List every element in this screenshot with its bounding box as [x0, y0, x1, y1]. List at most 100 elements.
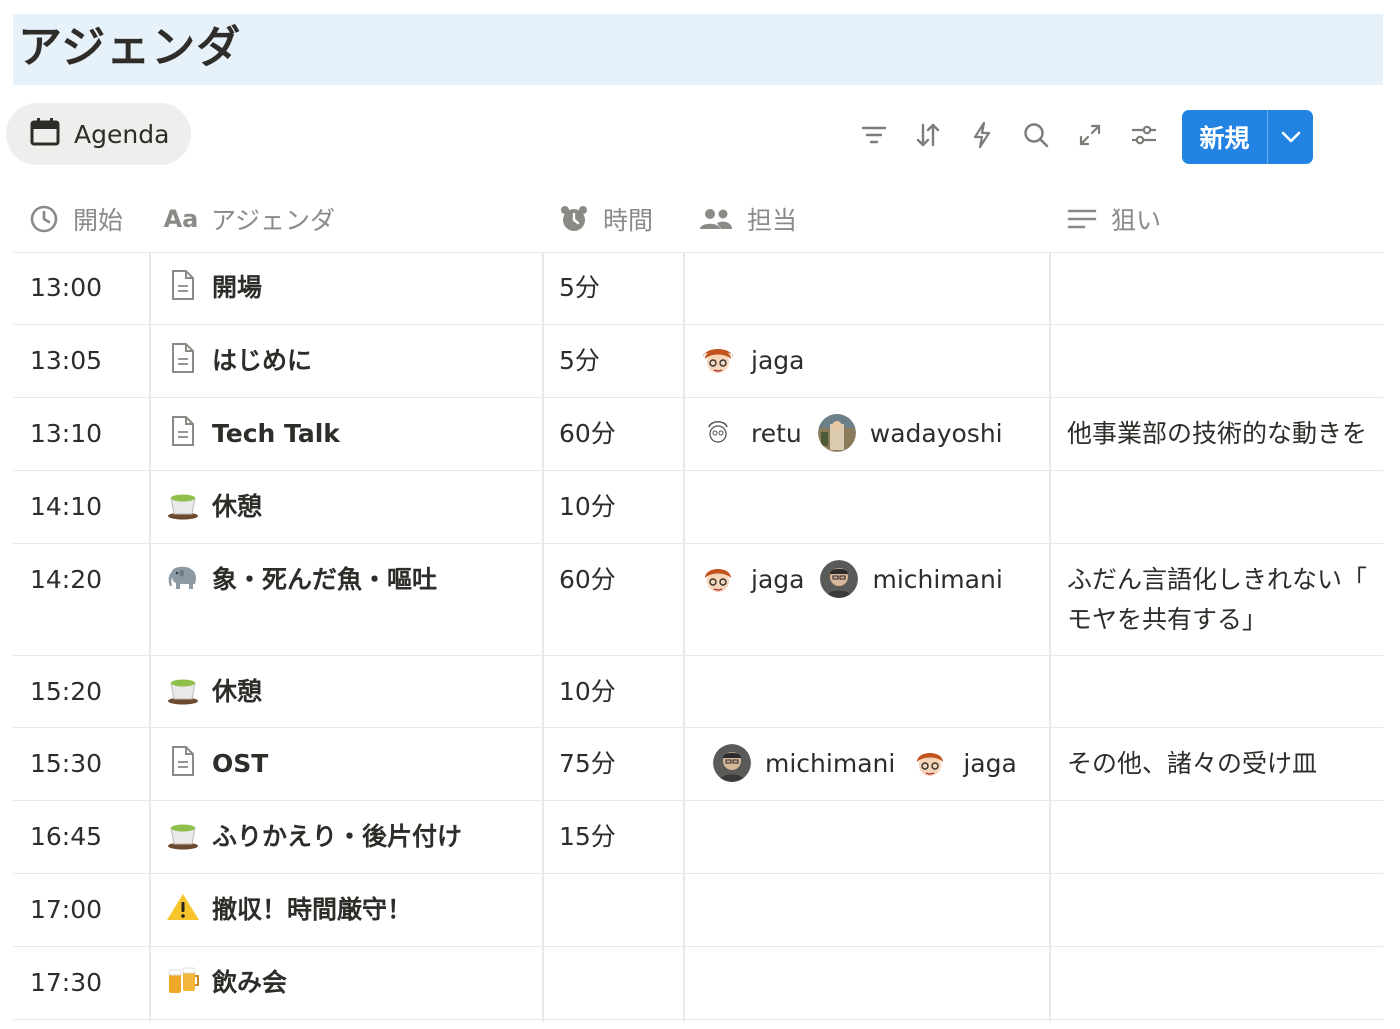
automation-icon[interactable] — [965, 118, 999, 152]
tea-icon — [166, 817, 200, 851]
page-icon — [166, 341, 200, 375]
agenda-title: OST — [212, 749, 269, 778]
filter-icon[interactable] — [857, 118, 891, 152]
start-time: 17:30 — [30, 968, 103, 997]
tea-icon — [166, 672, 200, 706]
title-icon: Aa — [163, 205, 199, 233]
column-label-duration: 時間 — [603, 206, 654, 235]
column-header-duration[interactable]: 時間 — [559, 186, 653, 252]
people-icon — [699, 207, 733, 231]
start-time: 13:10 — [30, 419, 103, 448]
table-row[interactable]: 13:10 Tech Talk 60分 retu wadayoshi 他事業部の… — [13, 398, 1383, 471]
column-label-goal: 狙い — [1111, 206, 1162, 235]
page-icon — [166, 414, 200, 448]
goal-line-2: モヤを共有する」 — [1067, 605, 1268, 634]
table-row[interactable]: 14:10 休憩 10分 — [13, 471, 1383, 544]
column-header-owner[interactable]: 担当 — [699, 186, 797, 252]
column-label-agenda: アジェンダ — [211, 206, 336, 235]
start-time: 14:10 — [30, 492, 103, 521]
beer-icon — [166, 963, 200, 997]
agenda-title-cell[interactable]: 開場 — [166, 252, 262, 324]
owner-cell[interactable]: michimani jaga — [713, 728, 1033, 800]
goal-text: 他事業部の技術的な動きを — [1067, 419, 1368, 448]
agenda-title: 開場 — [212, 273, 263, 302]
table-row[interactable]: 15:20 休憩 10分 — [13, 656, 1383, 728]
owner-cell[interactable]: jaga — [699, 325, 820, 397]
agenda-title-cell[interactable]: はじめに — [166, 325, 312, 397]
text-lines-icon — [1067, 207, 1097, 231]
column-header-agenda[interactable]: Aa アジェンダ — [163, 186, 336, 252]
table-row[interactable]: 13:00 開場 5分 — [13, 252, 1383, 325]
table-row[interactable]: 16:45 ふりかえり・後片付け 15分 — [13, 801, 1383, 874]
duration: 60分 — [559, 565, 616, 594]
start-time: 15:30 — [30, 749, 103, 778]
warning-icon — [166, 890, 200, 924]
agenda-title-cell[interactable]: 飲み会 — [166, 947, 287, 1019]
owner-cell[interactable]: jaga michimani — [699, 544, 1019, 655]
start-time: 14:20 — [30, 565, 103, 594]
avatar — [699, 560, 737, 598]
page-icon — [166, 744, 200, 778]
person-name: michimani — [765, 748, 896, 778]
person-michimani[interactable]: michimani — [713, 744, 895, 782]
table-row[interactable]: 13:05 はじめに 5分 jaga — [13, 325, 1383, 398]
sort-icon[interactable] — [911, 118, 945, 152]
agenda-title-cell[interactable]: OST — [166, 728, 268, 800]
agenda-title-cell[interactable]: 休憩 — [166, 471, 262, 543]
person-name: wadayoshi — [869, 418, 1003, 448]
duration: 5分 — [559, 273, 600, 302]
avatar — [699, 414, 737, 452]
start-time: 13:00 — [30, 273, 103, 302]
agenda-title: 休憩 — [212, 492, 263, 521]
duration: 75分 — [559, 749, 616, 778]
chevron-down-icon[interactable] — [1268, 110, 1313, 164]
avatar — [713, 744, 751, 782]
owner-cell[interactable]: retu wadayoshi — [699, 398, 1019, 470]
agenda-title-cell[interactable]: 撤収！時間厳守！ — [166, 874, 412, 946]
table-row[interactable]: 17:30 飲み会 — [13, 947, 1383, 1020]
agenda-title-cell[interactable]: ふりかえり・後片付け — [166, 801, 462, 873]
settings-icon[interactable] — [1127, 118, 1161, 152]
agenda-title: 休憩 — [212, 677, 263, 706]
expand-icon[interactable] — [1073, 118, 1107, 152]
duration: 5分 — [559, 346, 600, 375]
agenda-title: 飲み会 — [212, 968, 288, 997]
agenda-title: 撤収！時間厳守！ — [212, 895, 413, 924]
page-title: アジェンダ — [18, 22, 242, 73]
clock-icon — [29, 204, 59, 234]
duration: 60分 — [559, 419, 616, 448]
table-row[interactable]: 15:30 OST 75分 michimani jaga その他、諸々の受け皿 — [13, 728, 1383, 801]
agenda-title-cell[interactable]: Tech Talk — [166, 398, 340, 470]
page-icon — [166, 268, 200, 302]
agenda-title: ふりかえり・後片付け — [212, 822, 463, 851]
alarm-icon — [559, 204, 589, 234]
person-name: jaga — [751, 564, 805, 594]
duration: 15分 — [559, 822, 616, 851]
person-name: jaga — [751, 345, 805, 375]
new-button-label[interactable]: 新規 — [1182, 110, 1268, 164]
agenda-title-cell[interactable]: 象・死んだ魚・嘔吐 — [166, 544, 437, 655]
column-header-goal[interactable]: 狙い — [1067, 186, 1161, 252]
person-jaga[interactable]: jaga — [699, 341, 804, 379]
table-header: 開始 Aa アジェンダ 時間 担当 狙い — [13, 186, 1383, 253]
avatar — [911, 744, 950, 782]
agenda-title-cell[interactable]: 休憩 — [166, 656, 262, 727]
person-jaga[interactable]: jaga — [699, 560, 804, 598]
column-label-start: 開始 — [73, 206, 124, 235]
table-row[interactable]: 14:20 象・死んだ魚・嘔吐 60分 jaga michimani ふだん言語… — [13, 544, 1383, 656]
goal-line-1: ふだん言語化しきれない「 — [1067, 565, 1368, 594]
person-jaga[interactable]: jaga — [911, 744, 1017, 782]
table-row[interactable]: 17:00 撤収！時間厳守！ — [13, 874, 1383, 947]
search-icon[interactable] — [1019, 118, 1053, 152]
column-header-start[interactable]: 開始 — [29, 186, 123, 252]
start-time: 17:00 — [30, 895, 103, 924]
person-wadayoshi[interactable]: wadayoshi — [817, 414, 1003, 452]
new-button[interactable]: 新規 — [1182, 110, 1313, 164]
person-retu[interactable]: retu — [699, 414, 802, 452]
person-name: michimani — [872, 564, 1003, 594]
avatar — [820, 560, 859, 598]
agenda-title: はじめに — [212, 346, 313, 375]
duration: 10分 — [559, 677, 616, 706]
person-michimani[interactable]: michimani — [820, 560, 1003, 598]
duration: 10分 — [559, 492, 616, 521]
